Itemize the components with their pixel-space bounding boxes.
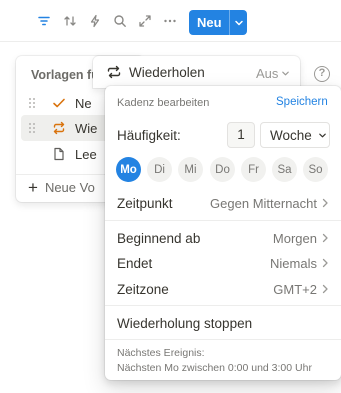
time-value: Gegen Mitternacht: [210, 195, 317, 211]
expand-icon[interactable]: [136, 12, 154, 30]
time-label: Zeitpunkt: [117, 195, 173, 211]
end-row[interactable]: Endet Niemals: [105, 250, 341, 276]
chevron-right-icon: [321, 231, 329, 246]
cadence-popover: Kadenz bearbeiten Speichern Häufigkeit: …: [105, 86, 341, 380]
end-value: Niemals: [270, 255, 317, 271]
repeat-icon: [50, 121, 68, 135]
chevron-right-icon: [321, 196, 329, 211]
day-toggle-mo[interactable]: Mo: [116, 157, 141, 182]
repeat-property-row[interactable]: Wiederholen Aus: [93, 56, 300, 88]
database-toolbar: Neu: [0, 0, 341, 42]
check-icon: [50, 96, 68, 110]
chevron-down-icon[interactable]: [230, 18, 247, 28]
templates-menu-title: Vorlagen fü: [31, 68, 99, 82]
start-value: Morgen: [272, 230, 317, 246]
new-template-button[interactable]: + Neue Vo: [28, 177, 95, 197]
drag-handle-icon[interactable]: [28, 97, 40, 109]
stop-repeat-button[interactable]: Wiederholung stoppen: [117, 316, 252, 331]
popover-divider: [105, 305, 341, 306]
day-toggle-sa[interactable]: Sa: [272, 157, 297, 182]
popover-divider: [105, 220, 341, 221]
drag-handle-icon[interactable]: [28, 122, 40, 134]
next-occurrence-value: Nächsten Mo zwischen 0:00 und 3:00 Uhr: [117, 362, 312, 374]
search-icon[interactable]: [111, 12, 129, 30]
frequency-unit-select[interactable]: Woche: [260, 122, 330, 148]
template-item-label: Wie: [75, 120, 98, 136]
day-toggle-di[interactable]: Di: [147, 157, 172, 182]
template-item-label: Lee: [75, 146, 97, 162]
popover-title: Kadenz bearbeiten: [117, 97, 210, 109]
automation-icon[interactable]: [86, 12, 104, 30]
frequency-unit-value: Woche: [270, 127, 312, 143]
repeat-label: Wiederholen: [129, 65, 205, 80]
filter-icon[interactable]: [35, 12, 53, 30]
time-row[interactable]: Zeitpunkt Gegen Mitternacht: [105, 190, 341, 216]
chevron-right-icon: [321, 282, 329, 297]
day-toggle-so[interactable]: So: [303, 157, 328, 182]
frequency-label: Häufigkeit:: [117, 128, 181, 143]
repeat-value: Aus: [256, 66, 279, 81]
start-row[interactable]: Beginnend ab Morgen: [105, 225, 341, 251]
plus-icon: +: [28, 177, 38, 197]
save-button[interactable]: Speichern: [276, 96, 328, 108]
frequency-input[interactable]: 1: [227, 122, 255, 148]
page-icon: [50, 147, 68, 161]
day-toggle-do[interactable]: Do: [210, 157, 235, 182]
more-icon[interactable]: [161, 12, 179, 30]
start-label: Beginnend ab: [117, 230, 201, 246]
timezone-label: Zeitzone: [117, 281, 169, 297]
new-template-label: Neue Vo: [44, 180, 95, 195]
chevron-right-icon: [321, 256, 329, 271]
template-item-label: Ne: [75, 95, 92, 111]
new-button[interactable]: Neu: [189, 10, 247, 35]
timezone-value: GMT+2: [273, 281, 317, 297]
toolbar-divider: [0, 41, 341, 42]
popover-divider: [105, 339, 341, 340]
new-button-label: Neu: [197, 15, 222, 30]
repeat-value-select[interactable]: Aus: [256, 66, 290, 81]
next-occurrence-label: Nächstes Ereignis:: [117, 347, 205, 359]
chevron-down-icon: [281, 66, 290, 81]
chevron-down-icon: [312, 128, 327, 143]
timezone-row[interactable]: Zeitzone GMT+2: [105, 276, 341, 302]
day-toggle-fr[interactable]: Fr: [241, 157, 266, 182]
day-toggle-mi[interactable]: Mi: [178, 157, 203, 182]
repeat-icon: [106, 65, 122, 79]
sort-icon[interactable]: [61, 12, 79, 30]
end-label: Endet: [117, 255, 153, 271]
help-icon[interactable]: ?: [314, 66, 330, 82]
